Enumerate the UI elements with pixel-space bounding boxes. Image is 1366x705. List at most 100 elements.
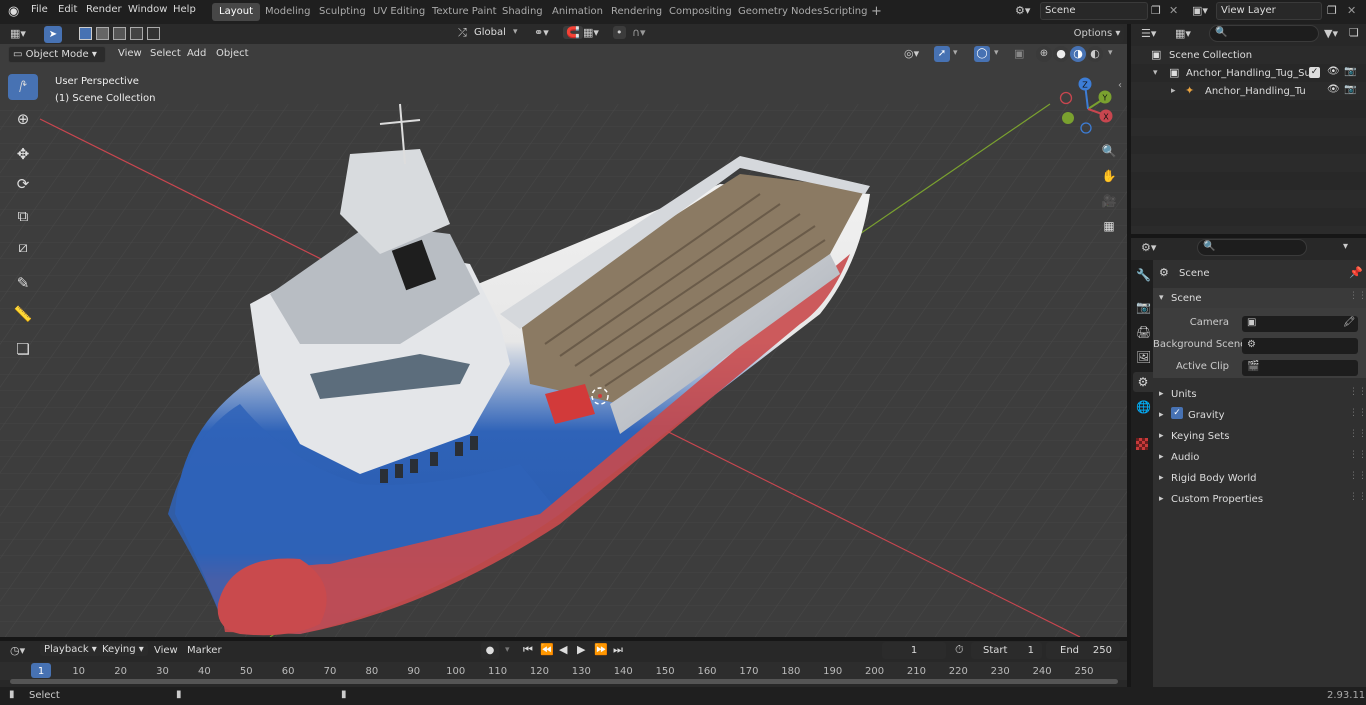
- select-mode-extend-icon[interactable]: [96, 27, 109, 40]
- blender-logo-icon[interactable]: ◉: [8, 4, 19, 19]
- audio-expand-icon[interactable]: ▸: [1159, 452, 1164, 462]
- new-view-layer-icon[interactable]: ❐: [1327, 4, 1337, 17]
- scene-panel-expand-icon[interactable]: ▾: [1159, 293, 1164, 303]
- rigid-body-expand-icon[interactable]: ▸: [1159, 473, 1164, 483]
- measure-tool-icon[interactable]: 📏: [8, 301, 38, 327]
- units-expand-icon[interactable]: ▸: [1159, 389, 1164, 399]
- background-scene-field[interactable]: [1242, 338, 1358, 354]
- timeline-menu-playback[interactable]: Playback ▾: [40, 643, 101, 656]
- tab-modeling[interactable]: Modeling: [258, 3, 318, 21]
- view-layer-field[interactable]: View Layer: [1216, 2, 1322, 20]
- tab-geometry-nodes[interactable]: Geometry Nodes: [731, 3, 829, 21]
- options-button[interactable]: Options ▾: [1070, 25, 1124, 43]
- select-tool-icon[interactable]: ➤: [44, 26, 62, 43]
- exclude-checkbox-icon[interactable]: ✓: [1309, 67, 1320, 78]
- keying-sets-expand-icon[interactable]: ▸: [1159, 431, 1164, 441]
- visibility-icon[interactable]: ◎▾: [904, 47, 919, 60]
- tab-sculpting[interactable]: Sculpting: [312, 3, 373, 21]
- object-expand-icon[interactable]: ▸: [1171, 86, 1176, 96]
- gizmo-toggle-icon[interactable]: ➚: [934, 46, 950, 62]
- proportional-edit-icon[interactable]: •: [613, 26, 626, 39]
- play-icon[interactable]: ▶: [577, 643, 585, 656]
- transform-tool-icon[interactable]: ⧄: [8, 234, 38, 260]
- audio-drag-handle-icon[interactable]: ⋮⋮: [1349, 450, 1366, 460]
- properties-options-icon[interactable]: ▾: [1343, 241, 1348, 252]
- scene-type-icon[interactable]: ⚙▾: [1015, 4, 1030, 17]
- shading-dropdown-icon[interactable]: ▾: [1108, 48, 1113, 58]
- render-tab-icon[interactable]: 📷: [1136, 300, 1151, 314]
- collection-render-icon[interactable]: 📷: [1344, 66, 1356, 77]
- snap-icon[interactable]: 🧲: [563, 26, 583, 39]
- viewport-scene[interactable]: [0, 44, 1127, 637]
- timeline-editor-icon[interactable]: ◷▾: [10, 644, 25, 657]
- collection-expand-icon[interactable]: ▾: [1153, 68, 1158, 78]
- tool-tab-icon[interactable]: 🔧: [1136, 268, 1151, 282]
- drag-handle-icon[interactable]: ⋮⋮: [1349, 291, 1366, 301]
- viewport-menu-object[interactable]: Object: [216, 48, 249, 59]
- overlays-dropdown-icon[interactable]: ▾: [994, 48, 999, 58]
- object-render-icon[interactable]: 📷: [1344, 84, 1356, 95]
- sidebar-toggle-icon[interactable]: ‹: [1118, 80, 1122, 91]
- camera-view-icon[interactable]: 🎥: [1099, 191, 1119, 211]
- camera-field[interactable]: [1242, 316, 1358, 332]
- scene-tab-icon[interactable]: ⚙: [1133, 372, 1153, 392]
- stopwatch-icon[interactable]: ⏱: [955, 643, 964, 657]
- viewport-menu-add[interactable]: Add: [187, 48, 206, 59]
- orientation-dropdown-icon[interactable]: ▾: [513, 27, 518, 37]
- properties-editor-icon[interactable]: ⚙▾: [1141, 241, 1156, 254]
- viewport-menu-select[interactable]: Select: [150, 48, 181, 59]
- view-layer-tab-icon[interactable]: 🖼: [1136, 350, 1151, 364]
- scene-field[interactable]: Scene: [1040, 2, 1148, 20]
- collection-visibility-icon[interactable]: 👁: [1327, 66, 1340, 77]
- tab-scripting[interactable]: Scripting: [816, 3, 874, 21]
- tab-shading[interactable]: Shading: [495, 3, 550, 21]
- outliner-collection[interactable]: Anchor_Handling_Tug_Supply: [1186, 68, 1311, 79]
- rotate-tool-icon[interactable]: ⟳: [8, 171, 38, 197]
- tab-rendering[interactable]: Rendering: [604, 3, 669, 21]
- cursor-tool-icon[interactable]: ⊕: [8, 106, 38, 132]
- texture-tab-icon[interactable]: [1136, 438, 1148, 450]
- outliner-display-mode-icon[interactable]: ▦▾: [1175, 27, 1191, 40]
- view-layer-icon[interactable]: ▣▾: [1192, 4, 1208, 17]
- start-frame-field[interactable]: Start 1: [971, 642, 1042, 659]
- outliner-editor-icon[interactable]: ☰▾: [1141, 27, 1156, 40]
- timeline-scrollbar[interactable]: [10, 679, 1118, 684]
- delete-view-layer-icon[interactable]: ✕: [1347, 4, 1356, 17]
- timeline-menu-keying[interactable]: Keying ▾: [98, 643, 148, 656]
- menu-window[interactable]: Window: [128, 4, 167, 15]
- keying-dropdown-icon[interactable]: ▾: [505, 645, 510, 655]
- shading-solid-icon[interactable]: ●: [1053, 46, 1069, 62]
- menu-edit[interactable]: Edit: [58, 4, 77, 15]
- select-mode-new-icon[interactable]: [79, 27, 92, 40]
- filter-icon[interactable]: ▼▾: [1324, 27, 1338, 40]
- falloff-icon[interactable]: ∩▾: [632, 26, 646, 39]
- viewport-menu-view[interactable]: View: [118, 48, 142, 59]
- zoom-view-icon[interactable]: 🔍: [1099, 141, 1119, 161]
- timeline-menu-view[interactable]: View: [154, 645, 178, 656]
- new-collection-icon[interactable]: ❏: [1349, 26, 1359, 39]
- object-mode-select[interactable]: ▭ Object Mode ▾: [8, 46, 106, 63]
- perspective-toggle-icon[interactable]: ▦: [1099, 216, 1119, 236]
- tab-compositing[interactable]: Compositing: [662, 3, 739, 21]
- play-reverse-icon[interactable]: ◀: [559, 643, 567, 656]
- editor-type-icon[interactable]: ▦▾: [10, 27, 26, 40]
- gravity-checkbox[interactable]: ✓: [1171, 407, 1183, 419]
- tab-uv-editing[interactable]: UV Editing: [366, 3, 432, 21]
- output-tab-icon[interactable]: 🖨: [1136, 325, 1151, 339]
- new-scene-icon[interactable]: ❐: [1151, 4, 1161, 17]
- auto-keying-icon[interactable]: ●: [481, 642, 499, 659]
- move-tool-icon[interactable]: ✥: [8, 141, 38, 167]
- jump-end-icon[interactable]: ⏭: [613, 643, 623, 657]
- tab-layout[interactable]: Layout: [212, 3, 260, 21]
- gizmo-dropdown-icon[interactable]: ▾: [953, 48, 958, 58]
- add-cube-tool-icon[interactable]: ❏: [8, 336, 38, 362]
- xray-toggle-icon[interactable]: ▣: [1014, 47, 1024, 60]
- object-visibility-icon[interactable]: 👁: [1327, 84, 1340, 95]
- jump-start-icon[interactable]: ⏮: [523, 643, 533, 657]
- eyedropper-icon[interactable]: 🖍: [1343, 317, 1356, 328]
- jump-prev-keyframe-icon[interactable]: ⏪: [540, 643, 554, 656]
- shading-wireframe-icon[interactable]: ⊕: [1036, 46, 1052, 62]
- select-box-tool-icon[interactable]: ⭚: [8, 74, 38, 100]
- overlays-toggle-icon[interactable]: ◯: [974, 46, 990, 62]
- pan-view-icon[interactable]: ✋: [1099, 166, 1119, 186]
